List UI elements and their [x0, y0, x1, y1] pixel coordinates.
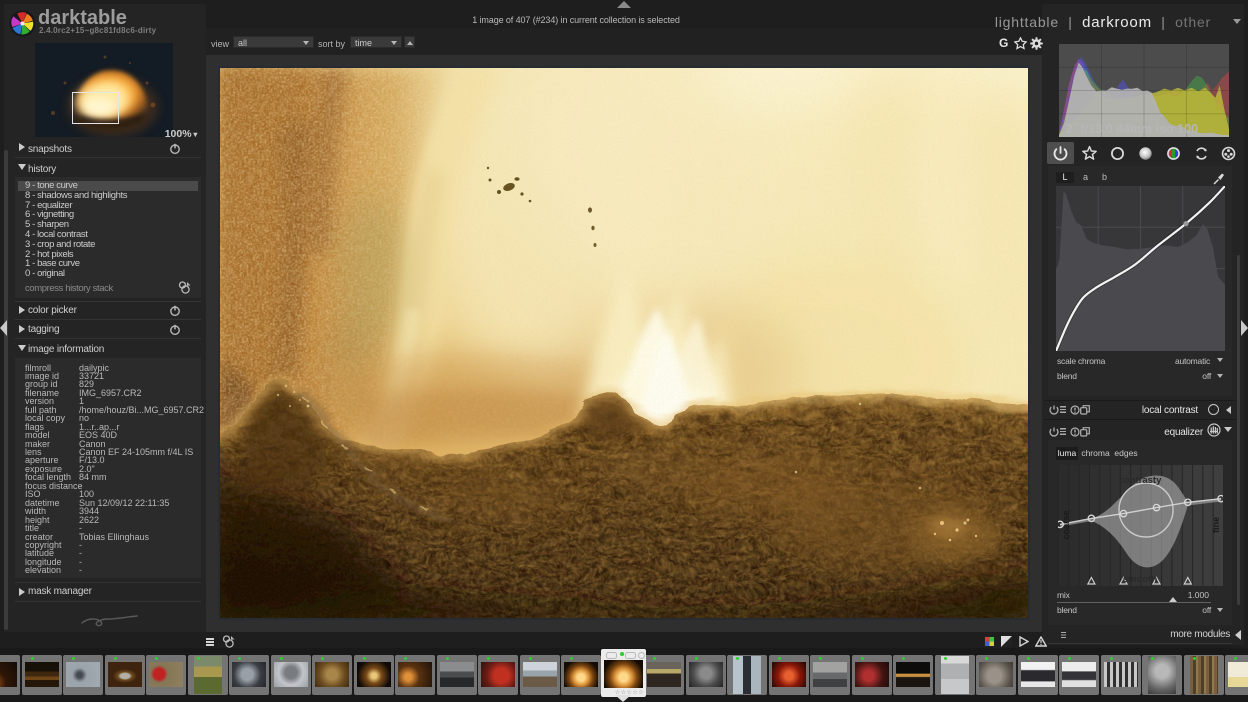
svg-text:coarse: coarse: [1061, 510, 1071, 539]
svg-text:smooth: smooth: [1123, 574, 1158, 585]
svg-text:fine: fine: [1211, 517, 1221, 533]
svg-text:contrasty: contrasty: [1119, 475, 1162, 486]
svg-text:2˝ f/13.0 84mm iso 100: 2˝ f/13.0 84mm iso 100: [1066, 122, 1198, 136]
